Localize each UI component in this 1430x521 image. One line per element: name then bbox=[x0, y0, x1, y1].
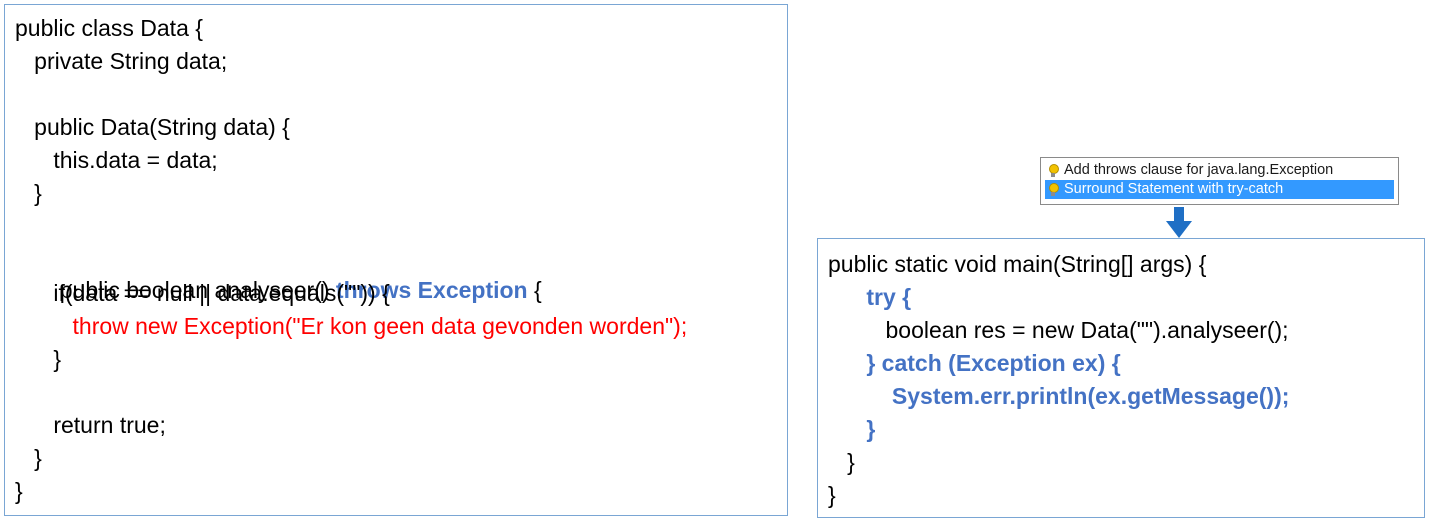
quickfix-add-throws-clause[interactable]: Add throws clause for java.lang.Exceptio… bbox=[1045, 161, 1394, 180]
class-data-code-panel: public class Data { private String data;… bbox=[4, 4, 788, 516]
throw-statement-highlight: throw new Exception("Er kon geen data ge… bbox=[15, 313, 688, 339]
code-line-13: return true; bbox=[15, 412, 166, 438]
quick-fix-popup: Add throws clause for java.lang.Exceptio… bbox=[1040, 157, 1399, 205]
lightbulb-icon bbox=[1048, 182, 1059, 197]
quickfix-item-label: Surround Statement with try-catch bbox=[1064, 181, 1284, 197]
down-arrow-icon bbox=[1166, 207, 1192, 238]
code-line-11: } bbox=[15, 346, 62, 372]
quickfix-surround-try-catch[interactable]: Surround Statement with try-catch bbox=[1045, 180, 1394, 199]
main-method-code-panel: public static void main(String[] args) {… bbox=[817, 238, 1425, 518]
catch-clause-line: } catch (Exception ex) { bbox=[828, 350, 1121, 376]
code-line-5: this.data = data; bbox=[15, 147, 218, 173]
code-line-3: boolean res = new Data("").analyseer(); bbox=[828, 317, 1289, 343]
code-line-1: public class Data { bbox=[15, 15, 203, 41]
lightbulb-icon bbox=[1048, 163, 1059, 178]
code-line-9: if(data == null || data.equals("")) { bbox=[15, 280, 390, 306]
code-line-6: } bbox=[15, 180, 42, 206]
catch-close-brace: } bbox=[828, 416, 876, 442]
code-line-15: } bbox=[15, 478, 23, 504]
code-line-8: public boolean analyseer() throws Except… bbox=[15, 245, 542, 303]
println-line: System.err.println(ex.getMessage()); bbox=[828, 383, 1290, 409]
code-line-4: public Data(String data) { bbox=[15, 114, 290, 140]
try-keyword-line: try { bbox=[828, 284, 912, 310]
quickfix-item-label: Add throws clause for java.lang.Exceptio… bbox=[1064, 162, 1334, 178]
method-brace: { bbox=[527, 277, 542, 303]
code-line-7: } bbox=[828, 449, 855, 475]
code-line-1: public static void main(String[] args) { bbox=[828, 251, 1207, 277]
code-line-2: private String data; bbox=[15, 48, 228, 74]
code-line-8: } bbox=[828, 482, 836, 508]
code-line-14: } bbox=[15, 445, 42, 471]
